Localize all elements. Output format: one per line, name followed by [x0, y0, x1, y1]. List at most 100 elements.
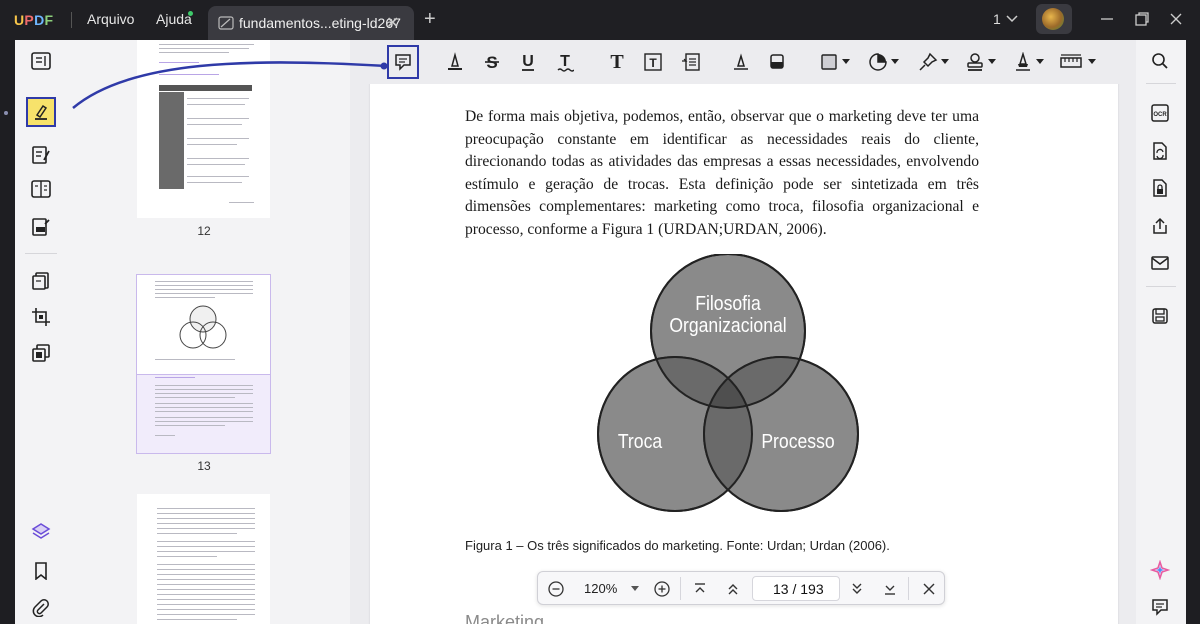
- body-paragraph: De forma mais objetiva, podemos, então, …: [465, 108, 979, 238]
- shape-tool[interactable]: [816, 50, 842, 74]
- sticky-note-tool[interactable]: [387, 45, 419, 79]
- thumbnail-venn: [179, 305, 227, 349]
- svg-text:OCR: OCR: [1153, 112, 1167, 118]
- signature-dropdown-icon[interactable]: [1036, 59, 1044, 65]
- zoom-dropdown-icon[interactable]: [631, 586, 639, 592]
- eraser-tool[interactable]: [764, 50, 790, 74]
- organize-pages-icon[interactable]: [26, 266, 56, 296]
- venn-label-processo: Processo: [761, 430, 834, 452]
- avatar[interactable]: [1042, 8, 1064, 30]
- thumbnail-page-13[interactable]: [136, 274, 271, 454]
- sticker-dropdown-icon[interactable]: [891, 59, 899, 65]
- reader-mode-icon[interactable]: [26, 46, 56, 76]
- underline-tool[interactable]: U: [515, 50, 541, 74]
- active-indicator-dot: [4, 111, 8, 115]
- venn-label-troca: Troca: [618, 430, 663, 452]
- convert-icon[interactable]: [1149, 140, 1171, 162]
- chevron-down-icon[interactable]: [1006, 13, 1018, 23]
- title-separator: [71, 12, 72, 28]
- save-icon[interactable]: [1149, 305, 1171, 327]
- rail-divider: [1146, 286, 1176, 287]
- crop-icon[interactable]: [26, 302, 56, 332]
- shape-dropdown-icon[interactable]: [842, 59, 850, 65]
- venn-diagram: Filosofia Organizacional Troca Processo: [597, 254, 859, 512]
- next-section-heading: Marketing...: [465, 612, 560, 624]
- thumbnail-panel: 12 13: [67, 40, 350, 624]
- thumbnail-page-14[interactable]: [137, 494, 270, 624]
- measure-tool[interactable]: [1058, 50, 1084, 74]
- rail-divider: [25, 253, 57, 254]
- attachment-icon[interactable]: [26, 593, 56, 623]
- protect-icon[interactable]: [1149, 177, 1171, 199]
- figure-caption: Figura 1 – Os três significados do marke…: [465, 538, 890, 553]
- tab-title: fundamentos...eting-ld267: [239, 15, 401, 31]
- pdf-page: De forma mais objetiva, podemos, então, …: [370, 82, 1118, 624]
- menu-file[interactable]: Arquivo: [87, 11, 134, 27]
- zoom-out-button[interactable]: [547, 580, 565, 598]
- svg-text:T: T: [649, 56, 657, 70]
- text-callout-tool[interactable]: [678, 50, 704, 74]
- tab-close-button[interactable]: ✕: [386, 13, 399, 33]
- close-zoombar-button[interactable]: [920, 580, 938, 598]
- previous-page-button[interactable]: [724, 580, 742, 598]
- help-notification-dot: [188, 11, 193, 16]
- sticker-tool[interactable]: [865, 50, 891, 74]
- window-count[interactable]: 1: [993, 11, 1001, 27]
- restore-icon[interactable]: [1133, 10, 1151, 28]
- squiggly-tool[interactable]: T: [552, 50, 578, 74]
- pencil-tool[interactable]: [728, 50, 754, 74]
- layers-icon[interactable]: [26, 517, 56, 547]
- comment-mode-icon[interactable]: [26, 97, 56, 127]
- pin-tool[interactable]: [915, 50, 941, 74]
- comments-list-icon[interactable]: [1149, 596, 1171, 618]
- page-layout-icon[interactable]: [26, 174, 56, 204]
- right-tool-rail: OCR: [1136, 40, 1186, 624]
- stamp-tool[interactable]: [962, 50, 988, 74]
- zoom-page-bar: 120% 13 / 193: [537, 571, 945, 605]
- thumbnail-page-12[interactable]: [137, 40, 270, 218]
- updf-logo[interactable]: UPDF: [14, 12, 53, 28]
- window-edge: [1186, 40, 1200, 624]
- pin-dropdown-icon[interactable]: [941, 59, 949, 65]
- left-tool-rail: [4, 40, 67, 624]
- zoom-level[interactable]: 120%: [584, 581, 617, 596]
- ai-assistant-icon[interactable]: [1149, 559, 1171, 581]
- title-bar: UPDF Arquivo Ajuda fundamentos...eting-l…: [0, 0, 1200, 40]
- bookmark-icon[interactable]: [26, 556, 56, 586]
- svg-text:T: T: [560, 53, 570, 70]
- add-tab-button[interactable]: +: [424, 8, 436, 31]
- venn-label-organizacional: Organizacional: [669, 314, 786, 336]
- signature-tool[interactable]: [1010, 50, 1036, 74]
- rail-divider: [1146, 83, 1176, 84]
- venn-label-filosofia: Filosofia: [695, 292, 761, 314]
- ocr-icon[interactable]: OCR: [1149, 102, 1171, 124]
- highlight-tool[interactable]: [442, 50, 468, 74]
- combine-icon[interactable]: [26, 338, 56, 368]
- zoom-in-button[interactable]: [653, 580, 671, 598]
- stamp-dropdown-icon[interactable]: [988, 59, 996, 65]
- page-indicator: 13 / 193: [773, 581, 824, 597]
- next-page-button[interactable]: [848, 580, 866, 598]
- email-icon[interactable]: [1149, 252, 1171, 274]
- text-comment-tool[interactable]: T: [604, 50, 630, 74]
- svg-text:T: T: [610, 52, 624, 72]
- last-page-button[interactable]: [881, 580, 899, 598]
- form-edit-icon[interactable]: [26, 212, 56, 242]
- thumbnail-label-13: 13: [197, 459, 211, 473]
- comment-toolbar: S U T T T: [350, 40, 1136, 84]
- svg-text:U: U: [522, 53, 534, 70]
- edit-pdf-icon[interactable]: [26, 140, 56, 170]
- minimize-icon[interactable]: [1098, 10, 1116, 28]
- document-tab[interactable]: fundamentos...eting-ld267 ✕: [208, 6, 414, 40]
- share-icon[interactable]: [1149, 215, 1171, 237]
- strikethrough-tool[interactable]: S: [479, 50, 505, 74]
- search-icon[interactable]: [1149, 50, 1171, 72]
- measure-dropdown-icon[interactable]: [1088, 59, 1096, 65]
- thumbnail-label-12: 12: [197, 224, 211, 238]
- close-window-icon[interactable]: [1167, 10, 1185, 28]
- zoombar-divider: [680, 577, 681, 600]
- first-page-button[interactable]: [691, 580, 709, 598]
- text-box-tool[interactable]: T: [640, 50, 666, 74]
- menu-help[interactable]: Ajuda: [156, 11, 192, 27]
- document-edit-icon: [218, 16, 234, 30]
